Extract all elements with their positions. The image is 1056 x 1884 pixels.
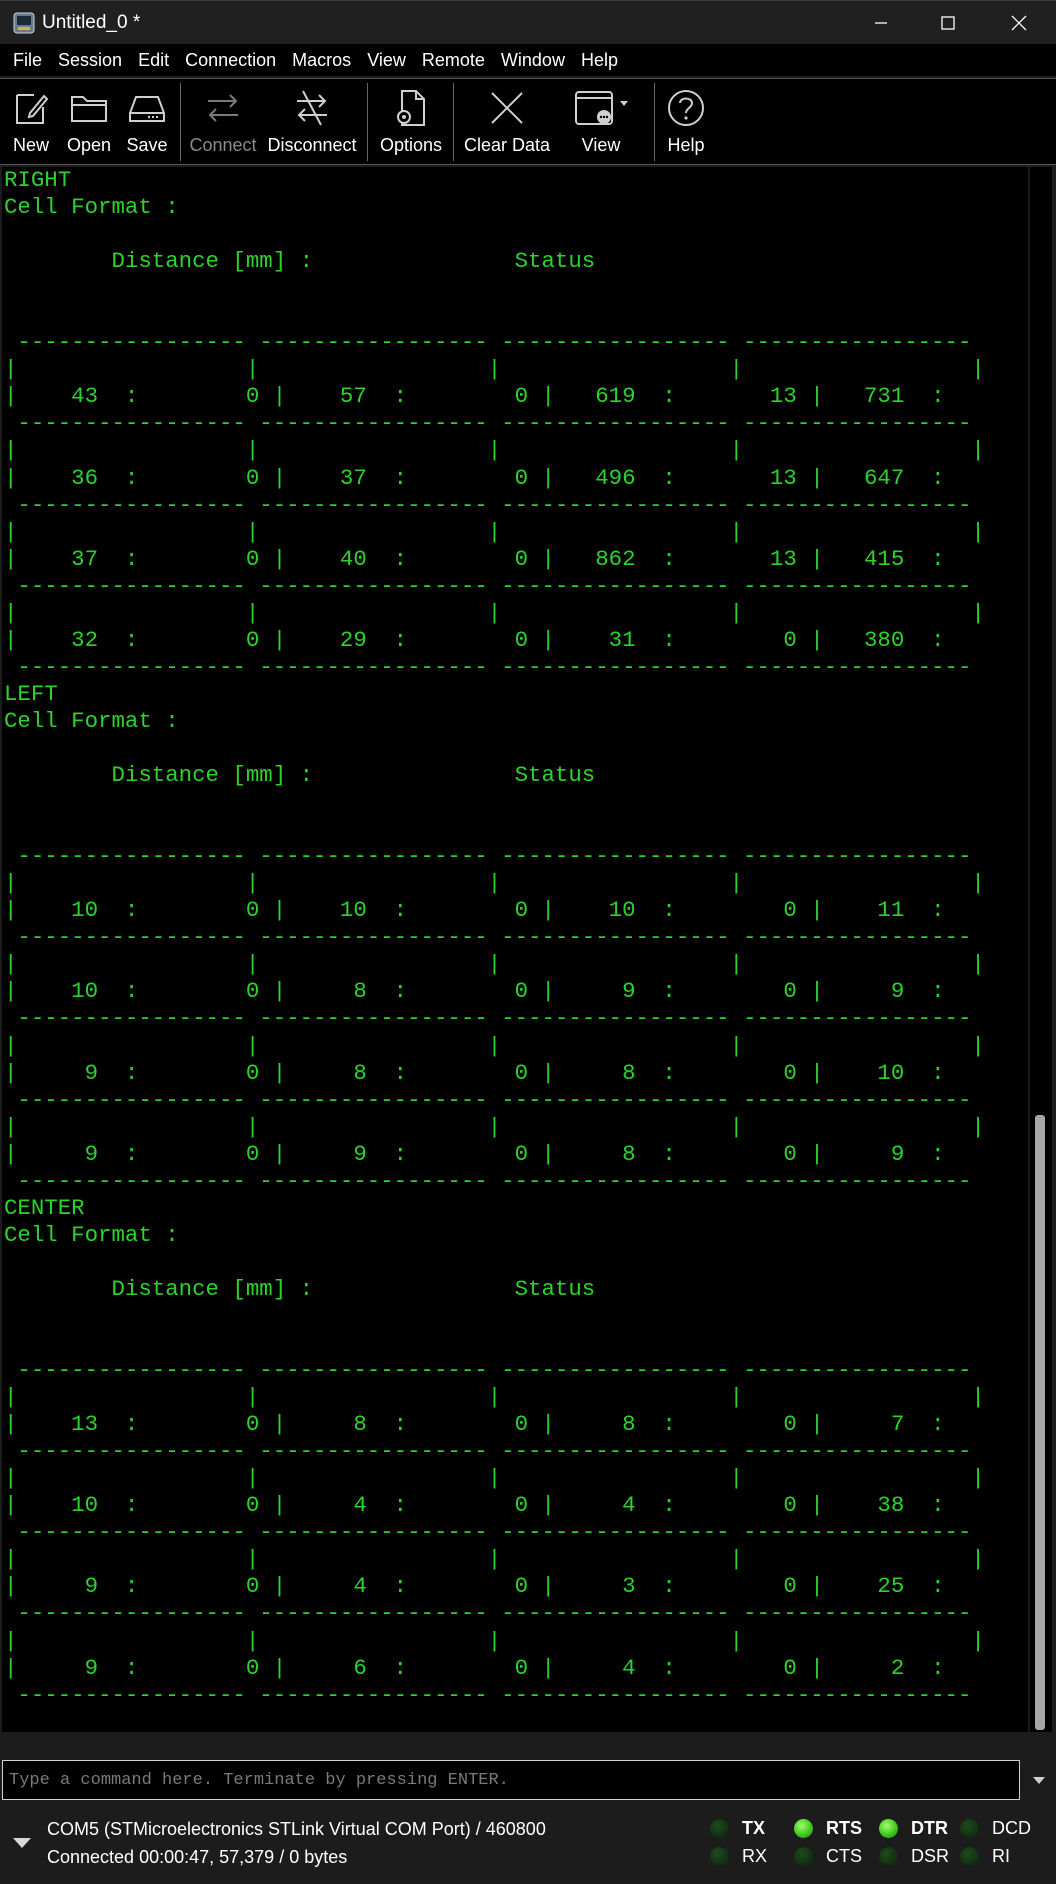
title-bar: Untitled_0 * xyxy=(0,0,1056,44)
port-info: COM5 (STMicroelectronics STLink Virtual … xyxy=(47,1819,546,1839)
status-bar: COM5 (STMicroelectronics STLink Virtual … xyxy=(0,1806,1056,1884)
led-dtr xyxy=(879,1819,898,1838)
signal-rts: RTS xyxy=(794,1818,862,1839)
help-button[interactable]: Help xyxy=(664,79,708,164)
new-button[interactable]: New xyxy=(8,79,54,164)
new-file-icon xyxy=(16,94,49,124)
drive-icon xyxy=(129,96,165,122)
document-gear-icon xyxy=(397,90,425,126)
led-cts xyxy=(794,1847,813,1866)
scrollbar-thumb[interactable] xyxy=(1035,1115,1045,1730)
minimize-icon xyxy=(875,22,887,24)
status-expand-icon[interactable] xyxy=(12,1836,32,1850)
toolbar-separator xyxy=(654,83,655,161)
command-row xyxy=(0,1758,1056,1802)
led-ri xyxy=(960,1847,979,1866)
signal-rx: RX xyxy=(710,1846,767,1867)
toolbar: New Open Save Connect Disconnect Options… xyxy=(0,78,1056,165)
disconnect-icon xyxy=(297,90,327,126)
command-input[interactable] xyxy=(2,1760,1020,1800)
menu-remote[interactable]: Remote xyxy=(414,44,493,76)
maximize-icon xyxy=(941,16,955,30)
window-title: Untitled_0 * xyxy=(42,12,141,33)
menu-edit[interactable]: Edit xyxy=(130,44,177,76)
toolbar-separator xyxy=(367,83,368,161)
options-button[interactable]: Options xyxy=(376,79,446,164)
save-button[interactable]: Save xyxy=(122,79,172,164)
terminal-text: RIGHT Cell Format : Distance [mm] : Stat… xyxy=(4,167,985,1708)
folder-icon xyxy=(71,96,107,122)
clear-data-button[interactable]: Clear Data xyxy=(462,79,552,164)
menu-connection[interactable]: Connection xyxy=(177,44,284,76)
signal-dtr: DTR xyxy=(879,1818,948,1839)
connect-icon xyxy=(208,94,238,122)
led-dcd xyxy=(960,1819,979,1838)
clear-x-icon xyxy=(491,92,523,124)
signal-tx: TX xyxy=(710,1818,765,1839)
menu-view[interactable]: View xyxy=(359,44,414,76)
connection-info: Connected 00:00:47, 57,379 / 0 bytes xyxy=(47,1847,348,1867)
toolbar-separator xyxy=(453,83,454,161)
maximize-button[interactable] xyxy=(913,1,983,45)
menu-bar: File Session Edit Connection Macros View… xyxy=(0,44,1056,76)
minimize-button[interactable] xyxy=(846,1,916,45)
menu-file[interactable]: File xyxy=(5,44,50,76)
app-icon xyxy=(13,12,35,34)
view-window-icon xyxy=(575,91,628,125)
led-tx xyxy=(710,1819,729,1838)
signal-cts: CTS xyxy=(794,1846,862,1867)
close-button[interactable] xyxy=(984,1,1054,45)
led-dsr xyxy=(879,1847,898,1866)
open-button[interactable]: Open xyxy=(64,79,114,164)
signal-dcd: DCD xyxy=(960,1818,1031,1839)
help-question-icon xyxy=(668,90,704,126)
terminal-output[interactable]: RIGHT Cell Format : Distance [mm] : Stat… xyxy=(2,167,1028,1732)
led-rx xyxy=(710,1847,729,1866)
command-history-dropdown[interactable] xyxy=(1024,1760,1054,1800)
connect-button[interactable]: Connect xyxy=(188,79,258,164)
menu-session[interactable]: Session xyxy=(50,44,130,76)
chevron-down-icon xyxy=(1033,1777,1045,1784)
view-button[interactable]: View xyxy=(566,79,636,164)
signal-dsr: DSR xyxy=(879,1846,949,1867)
close-icon xyxy=(1011,15,1027,31)
menu-window[interactable]: Window xyxy=(493,44,573,76)
terminal-scrollbar[interactable] xyxy=(1030,167,1052,1732)
signal-ri: RI xyxy=(960,1846,1010,1867)
led-rts xyxy=(794,1819,813,1838)
disconnect-button[interactable]: Disconnect xyxy=(266,79,358,164)
toolbar-separator xyxy=(180,83,181,161)
menu-help[interactable]: Help xyxy=(573,44,626,76)
menu-macros[interactable]: Macros xyxy=(284,44,359,76)
